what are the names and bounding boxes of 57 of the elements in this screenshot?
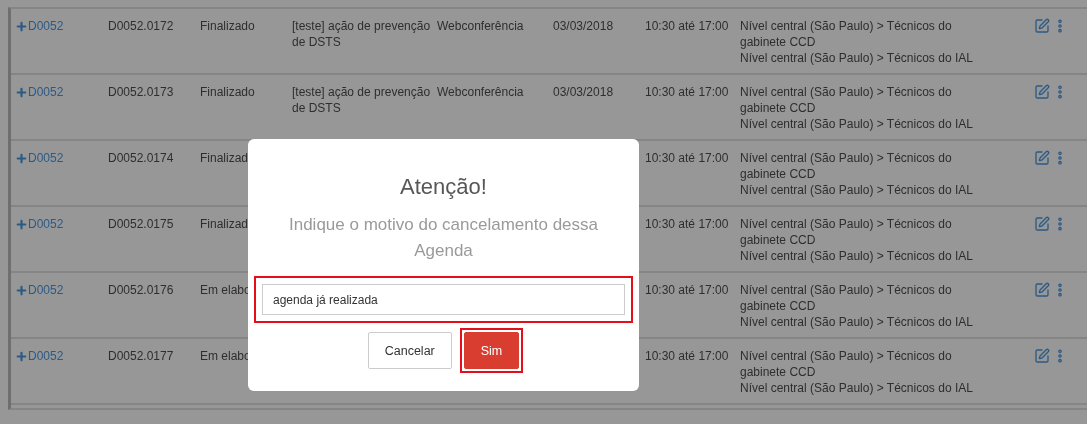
edit-icon[interactable] [1034,282,1050,298]
group-path: Nível central (São Paulo) > Técnicos do IAL [740,50,974,66]
group-path: Nível central (São Paulo) > Técnicos do IAL [740,116,974,132]
code-link[interactable]: D0052 [15,18,64,34]
group-path: Nível central (São Paulo) > Técnicos do IAL [740,182,974,198]
plus-icon [15,349,28,363]
edit-icon[interactable] [1034,84,1050,100]
table-cell-text: 03/03/2018 [553,18,615,34]
edit-icon[interactable] [1034,18,1050,34]
table-cell-text: D0052.0174 [108,150,175,166]
group-path: Nível central (São Paulo) > Técnicos do gabinete CCD [740,84,953,116]
plus-icon [15,283,28,297]
plus-icon [15,151,28,165]
group-path: Nível central (São Paulo) > Técnicos do IAL [740,314,974,330]
table-cell-text: [teste] ação de prevenção de DSTS [292,84,432,116]
table-cell-text: 10:30 até 17:00 [645,282,730,298]
group-path: Nível central (São Paulo) > Técnicos do IAL [740,248,974,264]
table-cell-text: D0052.0177 [108,348,175,364]
group-path: Nível central (São Paulo) > Técnicos do gabinete CCD [740,348,953,380]
table-cell-text: D0052.0172 [108,18,175,34]
table-cell-text: Finalizad [200,216,250,232]
dialog-message: Indique o motivo do cancelamento dessa Agenda [288,214,599,262]
edit-icon[interactable] [1034,348,1050,364]
table-cell-text: Finalizad [200,150,250,166]
table-cell-text: Webconferência [437,18,525,34]
table-cell-text: D0052.0173 [108,84,175,100]
table-cell-text: D0052.0176 [108,282,175,298]
code-link[interactable]: D0052 [15,348,64,364]
reason-input[interactable]: agenda já realizada [262,284,625,315]
table-cell-text: Webconferência [437,84,525,100]
group-path: Nível central (São Paulo) > Técnicos do gabinete CCD [740,282,953,314]
table-cell-text: [teste] ação de prevenção de DSTS [292,18,432,50]
plus-icon [15,19,28,33]
confirm-button[interactable]: Sim [463,332,520,369]
table-cell-text: 10:30 até 17:00 [645,18,730,34]
table-cell-text: 10:30 até 17:00 [645,150,730,166]
table-cell-text: D0052.0175 [108,216,175,232]
table-cell-text: 03/03/2018 [553,84,615,100]
code-link[interactable]: D0052 [15,216,64,232]
group-path: Nível central (São Paulo) > Técnicos do gabinete CCD [740,216,953,248]
table-cell-text: Finalizado [200,18,256,34]
cancel-button[interactable]: Cancelar [367,332,452,369]
code-link[interactable]: D0052 [15,84,64,100]
group-path: Nível central (São Paulo) > Técnicos do gabinete CCD [740,18,953,50]
group-path: Nível central (São Paulo) > Técnicos do gabinete CCD [740,150,953,182]
dialog-title: Atenção! [400,173,487,201]
table-cell-text: 10:30 até 17:00 [645,348,730,364]
code-link[interactable]: D0052 [15,150,64,166]
plus-icon [15,85,28,99]
table-cell-text: 10:30 até 17:00 [645,216,730,232]
edit-icon[interactable] [1034,216,1050,232]
edit-icon[interactable] [1034,150,1050,166]
group-path: Nível central (São Paulo) > Técnicos do IAL [740,380,974,396]
code-link[interactable]: D0052 [15,282,64,298]
table-cell-text: 10:30 até 17:00 [645,84,730,100]
plus-icon [15,217,28,231]
table-cell-text: Finalizado [200,84,256,100]
